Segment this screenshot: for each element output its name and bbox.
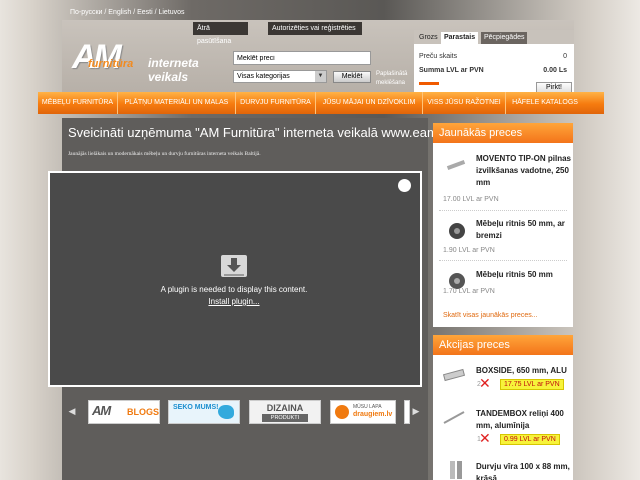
product-name[interactable]: Mēbeļu ritnis 50 mm, ar bremzi [476,218,571,242]
nav-item-home[interactable]: JŪSU MĀJAI UN DZĪVOKLIM [316,92,423,114]
category-select-value: Visas kategorijas [237,73,290,80]
carousel-prev-arrow-icon[interactable]: ◀ [67,406,77,416]
logo-tagline: interneta veikals [148,56,199,84]
cart-widget: Grozs Parastais Pēcpiegādes Preču skaits… [414,30,574,94]
sale-price: 17.75 LVL ar PVN [500,379,564,390]
see-all-new-link[interactable]: Skatīt visas jaunākās preces... [443,312,538,319]
product-name[interactable]: Durvju vīra 100 x 88 mm, krāsā [476,461,571,480]
twitter-bird-icon [218,405,234,419]
product-name[interactable]: TANDEMBOX reliņi 400 mm, alumīnija [476,408,571,432]
page-title: Sveicināti uzņēmuma "AM Furnitūra" inter… [68,125,455,140]
search-input[interactable] [233,51,371,65]
nav-item-production[interactable]: VISS JŪSU RAŽOTNEI [423,92,506,114]
draugiem-icon [335,405,349,419]
rail-icon [443,411,465,424]
quick-order-button[interactable]: Ātrā pasūtīšana [193,22,248,45]
banner-draugiem-small: MŪSU LAPA [353,404,382,410]
plugin-message: A plugin is needed to display this conte… [160,285,308,294]
new-products-title: Jaunākās preces [433,123,573,143]
nav-item-hafele-catalog[interactable]: HĀFELE KATALOGS [506,92,584,114]
drawer-box-icon [443,368,465,382]
banner-draugiem[interactable]: MŪSU LAPA draugiem.lv [330,400,396,424]
product-name[interactable]: Mēbeļu ritnis 50 mm [476,269,571,281]
sale-products-panel: Akcijas preces BOXSIDE, 650 mm, ALU 2. ✕… [433,335,573,480]
chevron-down-icon: ▼ [315,71,326,82]
cart-tabs: Grozs Parastais Pēcpiegādes [414,30,574,44]
banner-twitter[interactable]: SEKO MUMS! [168,400,240,424]
banner-draugiem-label: draugiem.lv [353,411,393,418]
nav-item-door-hardware[interactable]: DURVJU FURNITŪRA [236,92,316,114]
banner-blogs-label: BLOGS [127,407,160,417]
product-name[interactable]: MOVENTO TIP-ON pilnas izvilkšanas vadotn… [476,153,571,189]
login-register-button[interactable]: Autorizēties vai reģistrēties [268,22,362,35]
product-price: 1.90 LVL ar PVN [443,247,495,254]
site-logo[interactable]: AM furnitūra interneta veikals [72,38,232,84]
close-icon[interactable] [398,179,411,192]
sale-products-title: Akcijas preces [433,335,573,355]
banner-partial[interactable] [404,400,410,424]
logo-furnitura: furnitūra [88,58,134,70]
advanced-search-link[interactable]: Paplašinātā meklēšana [376,70,410,88]
cart-item-count: Preču skaits 0 [419,53,569,60]
banner-blogs-logo: AM [92,403,111,418]
cart-count-value: 0 [563,53,567,60]
tab-regular[interactable]: Parastais [441,32,479,44]
cart-sum: Summa LVL ar PVN 0.00 Ls [419,67,569,74]
divider [439,260,567,261]
sale-price: 0.99 LVL ar PVN [500,434,560,445]
banner-design-products[interactable]: DIZAINA PRODUKTI [249,400,321,424]
plugin-placeholder[interactable] [48,171,422,387]
banner-design-title: DIZAINA [266,403,304,413]
caster-wheel-icon [449,223,465,239]
category-select[interactable]: Visas kategorijas ▼ [233,70,327,83]
cart-count-label: Preču skaits [419,53,458,60]
intro-text: Jaunājās lielākais un modernākais mēbeļu… [68,151,261,157]
nav-item-furniture-hardware[interactable]: MĒBEĻU FURNITŪRA [38,92,118,114]
cart-sum-label: Summa LVL ar PVN [419,67,484,74]
carousel-next-arrow-icon[interactable]: ▶ [411,406,421,416]
banner-blogs[interactable]: AM BLOGS [88,400,160,424]
strike-x-icon: ✕ [479,376,491,392]
strike-x-icon: ✕ [479,431,491,447]
banner-twitter-label: SEKO MUMS! [173,404,219,411]
product-price: 1.70 LVL ar PVN [443,288,495,295]
nav-item-board-materials[interactable]: PLĀTŅU MATERIĀLI UN MALAS [118,92,236,114]
language-switcher[interactable]: По-русски / English / Eesti / Lietuvos [70,9,185,16]
search-button[interactable]: Meklēt [333,71,371,83]
tab-cart: Grozs [419,34,438,41]
plugin-icon [220,254,248,278]
new-products-panel: Jaunākās preces MOVENTO TIP-ON pilnas iz… [433,123,573,327]
hinge-icon [450,461,462,479]
banner-design-subtitle: PRODUKTI [262,414,308,422]
install-plugin-link[interactable]: Install plugin... [140,297,328,306]
divider [439,210,567,211]
product-price: 17.00 LVL ar PVN [443,196,499,203]
cart-sum-value: 0.00 Ls [543,67,567,74]
tab-backorder[interactable]: Pēcpiegādes [481,32,528,44]
main-nav: MĒBEĻU FURNITŪRA PLĀTŅU MATERIĀLI UN MAL… [38,92,604,114]
cart-link-decoration [419,82,439,85]
drawer-slide-icon [446,160,466,170]
